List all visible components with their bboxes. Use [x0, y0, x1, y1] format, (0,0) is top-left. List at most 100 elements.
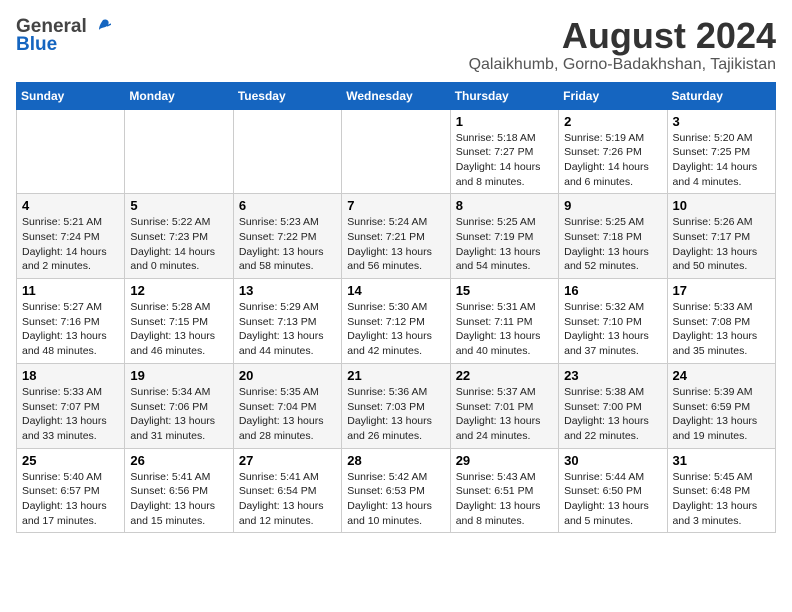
calendar-cell — [17, 109, 125, 194]
day-info: Sunrise: 5:25 AM Sunset: 7:19 PM Dayligh… — [456, 215, 553, 274]
day-info: Sunrise: 5:36 AM Sunset: 7:03 PM Dayligh… — [347, 385, 444, 444]
calendar-cell: 17Sunrise: 5:33 AM Sunset: 7:08 PM Dayli… — [667, 279, 775, 364]
day-number: 30 — [564, 453, 661, 468]
calendar-week-1: 1 Sunrise: 5:18 AM Sunset: 7:27 PM Daylig… — [17, 109, 776, 194]
header-sunday: Sunday — [17, 82, 125, 109]
day-info: Sunrise: 5:31 AM Sunset: 7:11 PM Dayligh… — [456, 300, 553, 359]
calendar-week-2: 4 Sunrise: 5:21 AM Sunset: 7:24 PM Daylig… — [17, 194, 776, 279]
day-info: Sunrise: 5:24 AM Sunset: 7:21 PM Dayligh… — [347, 215, 444, 274]
day-info: Sunrise: 5:28 AM Sunset: 7:15 PM Dayligh… — [130, 300, 227, 359]
title-section: August 2024 Qalaikhumb, Gorno-Badakhshan… — [469, 16, 776, 74]
calendar-cell: 23 Sunrise: 5:38 AM Sunset: 7:00 PM Dayli… — [559, 363, 667, 448]
day-number: 7 — [347, 198, 444, 213]
day-number: 12 — [130, 283, 227, 298]
calendar-cell: 5 Sunrise: 5:22 AM Sunset: 7:23 PM Daylig… — [125, 194, 233, 279]
day-info: Sunrise: 5:18 AM Sunset: 7:27 PM Dayligh… — [456, 131, 553, 190]
day-number: 21 — [347, 368, 444, 383]
calendar-cell — [342, 109, 450, 194]
day-number: 27 — [239, 453, 336, 468]
day-info: Sunrise: 5:29 AM Sunset: 7:13 PM Dayligh… — [239, 300, 336, 359]
day-number: 11 — [22, 283, 119, 298]
day-info: Sunrise: 5:32 AM Sunset: 7:10 PM Dayligh… — [564, 300, 661, 359]
day-info: Sunrise: 5:23 AM Sunset: 7:22 PM Dayligh… — [239, 215, 336, 274]
calendar-cell: 31 Sunrise: 5:45 AM Sunset: 6:48 PM Dayli… — [667, 448, 775, 533]
day-info: Sunrise: 5:38 AM Sunset: 7:00 PM Dayligh… — [564, 385, 661, 444]
calendar-week-5: 25 Sunrise: 5:40 AM Sunset: 6:57 PM Dayli… — [17, 448, 776, 533]
day-info: Sunrise: 5:33 AM Sunset: 7:08 PM Dayligh… — [673, 300, 770, 359]
day-number: 22 — [456, 368, 553, 383]
header-saturday: Saturday — [667, 82, 775, 109]
day-number: 24 — [673, 368, 770, 383]
day-number: 26 — [130, 453, 227, 468]
day-info: Sunrise: 5:45 AM Sunset: 6:48 PM Dayligh… — [673, 470, 770, 529]
calendar-cell: 29Sunrise: 5:43 AM Sunset: 6:51 PM Dayli… — [450, 448, 558, 533]
calendar-cell: 4 Sunrise: 5:21 AM Sunset: 7:24 PM Daylig… — [17, 194, 125, 279]
day-info: Sunrise: 5:41 AM Sunset: 6:54 PM Dayligh… — [239, 470, 336, 529]
calendar-cell: 15 Sunrise: 5:31 AM Sunset: 7:11 PM Dayli… — [450, 279, 558, 364]
day-number: 28 — [347, 453, 444, 468]
day-number: 20 — [239, 368, 336, 383]
header: General Blue August 2024 Qalaikhumb, Gor… — [16, 16, 776, 74]
calendar-cell: 10 Sunrise: 5:26 AM Sunset: 7:17 PM Dayli… — [667, 194, 775, 279]
day-number: 15 — [456, 283, 553, 298]
day-number: 1 — [456, 114, 553, 129]
header-thursday: Thursday — [450, 82, 558, 109]
calendar-cell: 28 Sunrise: 5:42 AM Sunset: 6:53 PM Dayli… — [342, 448, 450, 533]
day-number: 23 — [564, 368, 661, 383]
calendar-cell: 26Sunrise: 5:41 AM Sunset: 6:56 PM Dayli… — [125, 448, 233, 533]
day-number: 6 — [239, 198, 336, 213]
page-subtitle: Qalaikhumb, Gorno-Badakhshan, Tajikistan — [469, 56, 776, 74]
calendar-cell: 30 Sunrise: 5:44 AM Sunset: 6:50 PM Dayli… — [559, 448, 667, 533]
calendar-cell: 12 Sunrise: 5:28 AM Sunset: 7:15 PM Dayli… — [125, 279, 233, 364]
day-number: 10 — [673, 198, 770, 213]
day-number: 25 — [22, 453, 119, 468]
calendar-cell: 16 Sunrise: 5:32 AM Sunset: 7:10 PM Dayli… — [559, 279, 667, 364]
day-number: 2 — [564, 114, 661, 129]
day-info: Sunrise: 5:22 AM Sunset: 7:23 PM Dayligh… — [130, 215, 227, 274]
day-info: Sunrise: 5:25 AM Sunset: 7:18 PM Dayligh… — [564, 215, 661, 274]
calendar-cell: 18Sunrise: 5:33 AM Sunset: 7:07 PM Dayli… — [17, 363, 125, 448]
day-info: Sunrise: 5:26 AM Sunset: 7:17 PM Dayligh… — [673, 215, 770, 274]
calendar-cell: 1 Sunrise: 5:18 AM Sunset: 7:27 PM Daylig… — [450, 109, 558, 194]
header-tuesday: Tuesday — [233, 82, 341, 109]
day-number: 14 — [347, 283, 444, 298]
day-info: Sunrise: 5:27 AM Sunset: 7:16 PM Dayligh… — [22, 300, 119, 359]
calendar-cell: 7 Sunrise: 5:24 AM Sunset: 7:21 PM Daylig… — [342, 194, 450, 279]
day-info: Sunrise: 5:21 AM Sunset: 7:24 PM Dayligh… — [22, 215, 119, 274]
calendar-cell: 27 Sunrise: 5:41 AM Sunset: 6:54 PM Dayli… — [233, 448, 341, 533]
day-number: 13 — [239, 283, 336, 298]
day-number: 31 — [673, 453, 770, 468]
calendar-cell: 25 Sunrise: 5:40 AM Sunset: 6:57 PM Dayli… — [17, 448, 125, 533]
calendar-week-3: 11 Sunrise: 5:27 AM Sunset: 7:16 PM Dayli… — [17, 279, 776, 364]
logo: General Blue — [16, 16, 111, 56]
day-info: Sunrise: 5:39 AM Sunset: 6:59 PM Dayligh… — [673, 385, 770, 444]
day-info: Sunrise: 5:34 AM Sunset: 7:06 PM Dayligh… — [130, 385, 227, 444]
logo-bird-icon — [89, 16, 111, 38]
calendar-cell: 9Sunrise: 5:25 AM Sunset: 7:18 PM Daylig… — [559, 194, 667, 279]
day-info: Sunrise: 5:40 AM Sunset: 6:57 PM Dayligh… — [22, 470, 119, 529]
day-info: Sunrise: 5:43 AM Sunset: 6:51 PM Dayligh… — [456, 470, 553, 529]
day-info: Sunrise: 5:37 AM Sunset: 7:01 PM Dayligh… — [456, 385, 553, 444]
day-number: 19 — [130, 368, 227, 383]
header-wednesday: Wednesday — [342, 82, 450, 109]
day-info: Sunrise: 5:42 AM Sunset: 6:53 PM Dayligh… — [347, 470, 444, 529]
page-title: August 2024 — [469, 16, 776, 56]
day-info: Sunrise: 5:30 AM Sunset: 7:12 PM Dayligh… — [347, 300, 444, 359]
day-number: 5 — [130, 198, 227, 213]
calendar-table: SundayMondayTuesdayWednesdayThursdayFrid… — [16, 82, 776, 534]
day-info: Sunrise: 5:35 AM Sunset: 7:04 PM Dayligh… — [239, 385, 336, 444]
calendar-cell: 11 Sunrise: 5:27 AM Sunset: 7:16 PM Dayli… — [17, 279, 125, 364]
calendar-cell — [233, 109, 341, 194]
calendar-cell: 2Sunrise: 5:19 AM Sunset: 7:26 PM Daylig… — [559, 109, 667, 194]
header-friday: Friday — [559, 82, 667, 109]
calendar-week-4: 18Sunrise: 5:33 AM Sunset: 7:07 PM Dayli… — [17, 363, 776, 448]
calendar-cell: 8Sunrise: 5:25 AM Sunset: 7:19 PM Daylig… — [450, 194, 558, 279]
day-number: 4 — [22, 198, 119, 213]
calendar-cell: 19 Sunrise: 5:34 AM Sunset: 7:06 PM Dayli… — [125, 363, 233, 448]
day-info: Sunrise: 5:33 AM Sunset: 7:07 PM Dayligh… — [22, 385, 119, 444]
day-info: Sunrise: 5:44 AM Sunset: 6:50 PM Dayligh… — [564, 470, 661, 529]
calendar-cell: 22 Sunrise: 5:37 AM Sunset: 7:01 PM Dayli… — [450, 363, 558, 448]
calendar-cell — [125, 109, 233, 194]
day-number: 16 — [564, 283, 661, 298]
calendar-cell: 21 Sunrise: 5:36 AM Sunset: 7:03 PM Dayli… — [342, 363, 450, 448]
